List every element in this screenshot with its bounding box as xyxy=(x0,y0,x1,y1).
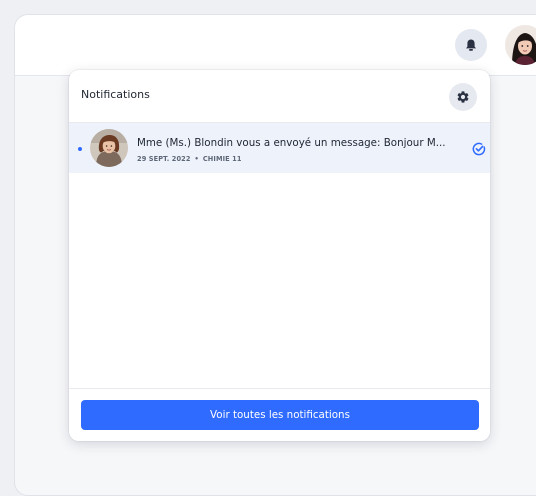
user-avatar[interactable] xyxy=(505,25,536,65)
sender-avatar xyxy=(90,129,128,167)
view-all-notifications-button[interactable]: Voir toutes les notifications xyxy=(81,400,479,430)
mark-as-read-button[interactable] xyxy=(471,141,487,157)
notification-message: Mme (Ms.) Blondin vous a envoyé un messa… xyxy=(137,137,446,149)
notifications-panel: Notifications Mme (Ms.) Blondin vous a e… xyxy=(69,70,490,441)
unread-indicator xyxy=(78,147,82,151)
notification-course: CHIMIE 11 xyxy=(202,155,242,163)
notification-meta: 29 SEPT. 2022 • CHIMIE 11 xyxy=(137,155,242,163)
meta-separator: • xyxy=(194,155,199,163)
top-bar xyxy=(15,15,536,76)
gear-icon xyxy=(457,91,469,103)
notifications-button[interactable] xyxy=(455,29,487,61)
panel-header: Notifications xyxy=(69,70,490,123)
check-circle-icon xyxy=(472,142,486,156)
bell-icon xyxy=(466,39,476,51)
panel-footer: Voir toutes les notifications xyxy=(69,388,490,441)
notification-date: 29 SEPT. 2022 xyxy=(137,155,191,163)
notification-item[interactable]: Mme (Ms.) Blondin vous a envoyé un messa… xyxy=(69,123,490,173)
notification-settings-button[interactable] xyxy=(449,83,477,111)
panel-title: Notifications xyxy=(81,88,150,101)
